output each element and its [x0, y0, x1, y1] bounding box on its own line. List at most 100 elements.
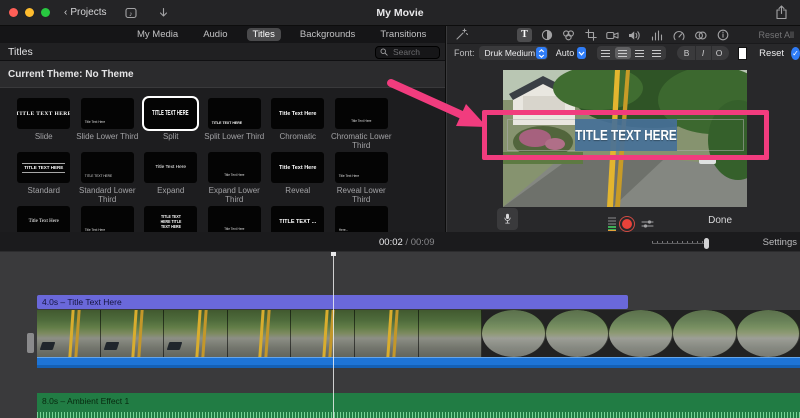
title-template[interactable]: Title Text HereChromatic: [266, 98, 330, 152]
clip-filter-icon[interactable]: [693, 28, 708, 42]
filmstrip-frame: [673, 310, 737, 357]
tab-my-media[interactable]: My Media: [131, 28, 184, 41]
playhead[interactable]: [333, 252, 334, 418]
title-template[interactable]: TITLE TEXT HEREStandard Lower Third: [76, 152, 140, 206]
done-button[interactable]: Done: [708, 215, 732, 226]
crop-icon[interactable]: [583, 28, 598, 42]
title-thumbnail[interactable]: TITLE TEXT HERE: [144, 98, 197, 129]
title-thumbnail[interactable]: Title Text Here: [144, 152, 197, 183]
title-template[interactable]: TITLE TEXT HERESplit: [139, 98, 203, 152]
zoom-window-button[interactable]: [41, 8, 50, 17]
title-thumbnail[interactable]: Title Text Here: [208, 206, 261, 232]
title-template[interactable]: Title Text Here: [203, 206, 267, 232]
title-template[interactable]: TITLE TEXT HEREStandard: [12, 152, 76, 206]
color-balance-icon[interactable]: [539, 28, 554, 42]
noise-reduction-icon[interactable]: [649, 28, 664, 42]
record-button[interactable]: [619, 216, 635, 232]
title-template[interactable]: Title Text HereChromatic Lower Third: [330, 98, 394, 152]
timeline[interactable]: 4.0s – Title Text Here 8.0s – Ambient Ef…: [0, 252, 800, 418]
title-template[interactable]: Title Text HereSlide Lower Third: [76, 98, 140, 152]
reset-all-button[interactable]: Reset All: [758, 30, 794, 40]
align-left-button[interactable]: [598, 47, 614, 59]
title-thumbnail[interactable]: Title Text Here: [335, 152, 388, 183]
title-template[interactable]: TITLE TEXT HERESplit Lower Third: [203, 98, 267, 152]
italic-button[interactable]: I: [695, 46, 711, 60]
title-thumbnail[interactable]: TITLE TEXT HERE: [81, 152, 134, 183]
media-library-icon[interactable]: ♪: [124, 6, 138, 20]
title-thumbnail[interactable]: TITLE TEXT HERE: [17, 98, 70, 129]
title-template[interactable]: TITLE TEXT ...: [266, 206, 330, 232]
title-thumbnail[interactable]: TITLE TEXT ...: [271, 206, 324, 232]
clip-trim-handle[interactable]: [27, 333, 34, 353]
title-thumbnail[interactable]: Here...: [335, 206, 388, 232]
title-template[interactable]: Title Text HereExpand: [139, 152, 203, 206]
reset-button[interactable]: Reset: [759, 48, 784, 59]
title-settings-icon[interactable]: T: [517, 28, 532, 42]
font-label: Font:: [454, 48, 475, 58]
title-template[interactable]: Title Text HereReveal: [266, 152, 330, 206]
font-size-dropdown[interactable]: [577, 47, 585, 59]
tab-transitions[interactable]: Transitions: [374, 28, 432, 41]
align-justify-button[interactable]: [649, 47, 665, 59]
title-thumbnail[interactable]: Title Text Here: [271, 98, 324, 129]
title-template[interactable]: TITLE TEXT HERE TITLE TEXT HERE: [139, 206, 203, 232]
title-format-bar: Font: Druk Medium Auto B I O: [447, 44, 800, 62]
text-color-swatch[interactable]: [738, 47, 748, 60]
timeline-zoom-slider[interactable]: [652, 241, 705, 244]
panel-title: Titles: [8, 46, 33, 58]
title-template[interactable]: Here...: [330, 206, 394, 232]
minimize-window-button[interactable]: [25, 8, 34, 17]
align-right-button[interactable]: [632, 47, 648, 59]
timeline-settings-button[interactable]: Settings: [763, 237, 797, 248]
search-input[interactable]: [391, 46, 435, 58]
close-window-button[interactable]: [9, 8, 18, 17]
import-download-icon[interactable]: [156, 6, 170, 20]
titlebar: ‹ Projects ♪ My Movie: [0, 0, 800, 26]
title-thumbnail[interactable]: Title Text Here: [208, 152, 261, 183]
title-thumbnail[interactable]: Title Text Here: [81, 206, 134, 232]
tab-backgrounds[interactable]: Backgrounds: [294, 28, 361, 41]
stabilization-icon[interactable]: [605, 28, 620, 42]
title-template-label: Slide: [12, 132, 76, 141]
search-field[interactable]: [375, 46, 440, 59]
color-correction-icon[interactable]: [561, 28, 576, 42]
title-template[interactable]: Title Text HereExpand Lower Third: [203, 152, 267, 206]
tab-titles[interactable]: Titles: [247, 28, 281, 41]
thumbnail-text: Title Text Here: [279, 165, 316, 171]
title-thumbnail[interactable]: TITLE TEXT HERE TITLE TEXT HERE: [144, 206, 197, 232]
title-thumbnail[interactable]: Title Text Here: [81, 98, 134, 129]
title-thumbnail[interactable]: Title Text Here: [335, 98, 388, 129]
projects-back-button[interactable]: ‹ Projects: [64, 7, 106, 18]
inspector-icons: T: [517, 26, 730, 44]
volume-icon[interactable]: [627, 28, 642, 42]
timeline-audio-effect-clip[interactable]: 8.0s – Ambient Effect 1: [37, 393, 800, 418]
apply-checkmark-icon[interactable]: ✓: [791, 47, 800, 60]
voiceover-mic-button[interactable]: [497, 208, 518, 230]
title-template[interactable]: Title Text Here: [12, 206, 76, 232]
title-thumbnail[interactable]: TITLE TEXT HERE: [208, 98, 261, 129]
title-template[interactable]: Title Text HereReveal Lower Third: [330, 152, 394, 206]
voiceover-options-icon[interactable]: [641, 218, 654, 230]
title-thumbnail[interactable]: Title Text Here: [271, 152, 324, 183]
title-template[interactable]: Title Text Here: [76, 206, 140, 232]
title-thumbnail[interactable]: TITLE TEXT HERE: [17, 152, 70, 183]
title-thumbnail[interactable]: Title Text Here: [17, 206, 70, 232]
filmstrip-frame: [228, 310, 292, 357]
enhance-wand-icon[interactable]: [455, 28, 468, 41]
font-stepper-icon[interactable]: [536, 47, 547, 59]
outline-button[interactable]: O: [711, 46, 727, 60]
tab-audio[interactable]: Audio: [197, 28, 233, 41]
thumbnail-text: Title Text Here: [335, 119, 388, 123]
timeline-video-clip[interactable]: [37, 310, 800, 368]
current-theme-label: Current Theme: No Theme: [8, 69, 134, 80]
share-icon[interactable]: [775, 5, 790, 21]
thumbnail-text: TITLE TEXT HERE: [212, 121, 242, 125]
align-center-button[interactable]: [615, 47, 631, 59]
zoom-slider-thumb[interactable]: [704, 238, 709, 249]
font-size-value[interactable]: Auto: [556, 48, 575, 58]
font-family-dropdown[interactable]: Druk Medium: [479, 46, 548, 60]
speed-icon[interactable]: [671, 28, 686, 42]
title-template[interactable]: TITLE TEXT HERE Slide: [12, 98, 76, 152]
info-icon[interactable]: [715, 28, 730, 42]
bold-button[interactable]: B: [679, 46, 695, 60]
